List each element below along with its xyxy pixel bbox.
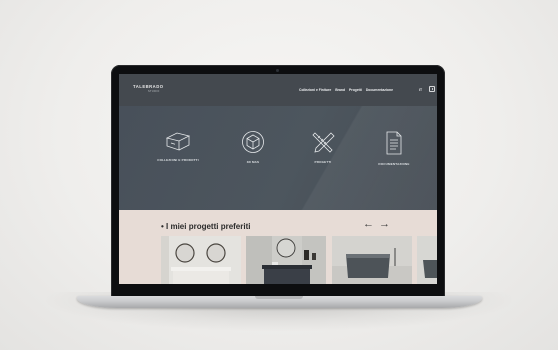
carousel-prev-button[interactable]: ← — [363, 219, 374, 230]
feature-3d[interactable]: 3D MAS — [223, 130, 283, 164]
feature-documentazione[interactable]: DOCUMENTAZIONE — [364, 130, 424, 166]
nav-link-collezioni[interactable]: Collezioni e Finiture — [299, 88, 331, 92]
project-card[interactable] — [161, 236, 241, 284]
project-card[interactable] — [417, 236, 437, 284]
favorites-title: • I miei progetti preferiti — [161, 222, 251, 231]
project-image-bathtub — [332, 236, 412, 284]
nav-links: Collezioni e Finiture Brand Progetti Doc… — [299, 88, 393, 92]
laptop-screen: TALEBRADO STUDIO Collezioni e Finiture B… — [119, 74, 437, 284]
camera-dot — [276, 69, 279, 72]
top-navigation: TALEBRADO STUDIO Collezioni e Finiture B… — [119, 74, 437, 106]
feature-label: 3D MAS — [246, 160, 260, 164]
project-card[interactable] — [246, 236, 326, 284]
cabinet-icon — [165, 132, 191, 151]
site-logo-subtitle: STUDIO — [148, 90, 160, 93]
nav-link-brand[interactable]: Brand — [335, 88, 345, 92]
language-selector[interactable]: IT — [419, 88, 422, 92]
feature-label: COLLEZIONI E PRODOTTI — [157, 158, 199, 162]
carousel-next-button[interactable]: → — [379, 219, 390, 230]
feature-label: PROGETTI — [314, 160, 332, 164]
document-icon — [386, 131, 402, 155]
project-image-mirror — [161, 236, 241, 284]
laptop-hinge-notch — [255, 296, 303, 299]
cube-icon — [242, 131, 264, 153]
feature-collezioni[interactable]: COLLEZIONI E PRODOTTI — [148, 130, 208, 162]
laptop-lid: TALEBRADO STUDIO Collezioni e Finiture B… — [111, 65, 445, 297]
nav-link-documentazione[interactable]: Documentazione — [366, 88, 393, 92]
project-image-partial — [417, 236, 437, 284]
site-logo[interactable]: TALEBRADO — [133, 84, 163, 89]
feature-label: DOCUMENTAZIONE — [378, 162, 410, 166]
user-icon[interactable] — [429, 86, 435, 92]
feature-progetti[interactable]: PROGETTI — [293, 130, 353, 164]
project-image-vanity — [246, 236, 326, 284]
laptop-base — [77, 296, 482, 308]
nav-link-progetti[interactable]: Progetti — [349, 88, 362, 92]
project-card[interactable] — [332, 236, 412, 284]
drafting-tools-icon — [312, 132, 335, 153]
